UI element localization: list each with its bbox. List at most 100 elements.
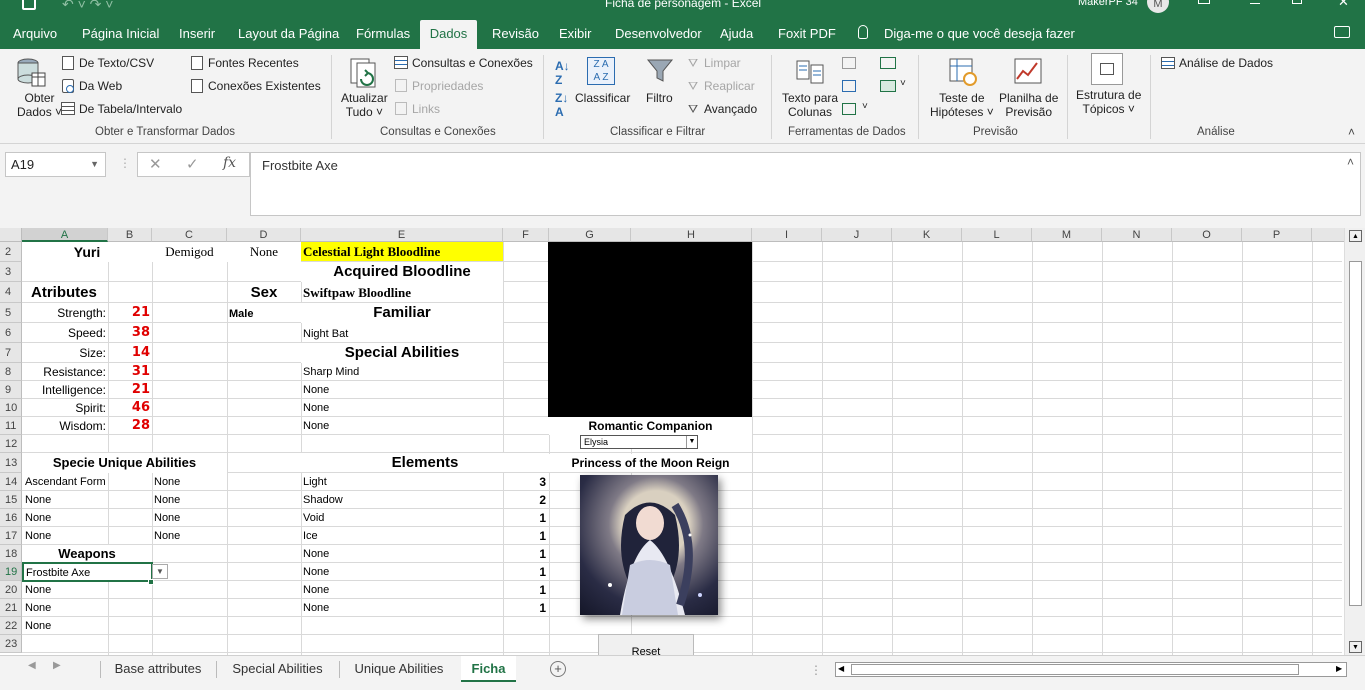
row-header-4[interactable]: 4	[0, 282, 22, 303]
worksheet-grid[interactable]: A B C D E F G H I J K L M N O P 2 3 4 5 …	[0, 228, 1365, 655]
tab-split-grip[interactable]: ⋮	[810, 663, 822, 677]
familiar-cell[interactable]: Night Bat	[303, 324, 348, 344]
texto-para-colunas-button[interactable]: Texto para Colunas	[782, 91, 838, 119]
row-header-12[interactable]: 12	[0, 435, 22, 453]
row-header-11[interactable]: 11	[0, 417, 22, 435]
special-ability-1[interactable]: Sharp Mind	[303, 363, 359, 381]
element-value-8[interactable]: 1	[503, 599, 546, 617]
element-value-3[interactable]: 1	[503, 509, 546, 527]
vertical-scrollbar[interactable]: ▲ ▼	[1344, 228, 1365, 655]
element-name-3[interactable]: Void	[303, 509, 324, 527]
specie-ability-a17[interactable]: None	[25, 527, 51, 545]
sheet-tab-unique-abilities[interactable]: Unique Abilities	[340, 656, 458, 683]
acquired-bloodline-cell[interactable]: Swiftpaw Bloodline	[303, 282, 411, 303]
row-header-20[interactable]: 20	[0, 581, 22, 599]
reset-button[interactable]: Reset	[598, 634, 694, 655]
row-header-10[interactable]: 10	[0, 399, 22, 417]
dropdown-arrow-icon[interactable]: ▼	[152, 564, 168, 579]
estrutura-de-topicos-button[interactable]: Estrutura de Tópicos ˅	[1076, 88, 1141, 116]
attribute-value-spirit[interactable]: 46	[108, 398, 150, 418]
attribute-value-speed[interactable]: 38	[108, 323, 150, 343]
tell-me-search[interactable]: Diga-me o que você deseja fazer	[880, 20, 1079, 49]
relationships-icon[interactable]	[880, 80, 896, 92]
specie-ability-a16[interactable]: None	[25, 509, 51, 527]
row-header-5[interactable]: 5	[0, 303, 22, 323]
column-header-l[interactable]: L	[962, 228, 1032, 242]
analise-de-dados-button[interactable]: Análise de Dados	[1179, 56, 1273, 70]
bloodline-cell[interactable]: Celestial Light Bloodline	[301, 242, 503, 261]
links-button[interactable]: Links	[412, 102, 440, 116]
element-value-5[interactable]: 1	[503, 545, 546, 563]
text-to-columns-icon[interactable]	[795, 57, 825, 87]
row-header-14[interactable]: 14	[0, 473, 22, 491]
maximize-icon[interactable]	[1292, 0, 1302, 4]
consolidate-icon[interactable]	[880, 57, 896, 69]
attribute-value-strength[interactable]: 21	[108, 303, 150, 323]
ribbon-display-icon[interactable]	[1198, 0, 1210, 4]
fill-handle[interactable]	[148, 579, 154, 585]
row-header-16[interactable]: 16	[0, 509, 22, 527]
special-ability-3[interactable]: None	[303, 399, 329, 417]
remove-duplicates-icon[interactable]	[842, 80, 856, 92]
character-name[interactable]: Yuri	[22, 242, 152, 262]
data-validation-dropdown-icon[interactable]: ˅	[862, 101, 868, 112]
sort-az-icon[interactable]: A↓ Z	[555, 59, 570, 87]
companion-portrait[interactable]	[580, 475, 718, 615]
filter-icon[interactable]	[646, 57, 674, 85]
scroll-left-icon[interactable]: ◀	[838, 664, 844, 673]
row-header-21[interactable]: 21	[0, 599, 22, 617]
race-cell[interactable]: Demigod	[152, 242, 227, 262]
tab-dados[interactable]: Dados	[420, 20, 477, 49]
element-name-5[interactable]: None	[303, 545, 329, 563]
tab-exibir[interactable]: Exibir	[555, 20, 596, 49]
row-header-19[interactable]: 19	[0, 563, 22, 581]
add-sheet-icon[interactable]: +	[550, 661, 566, 677]
column-header-m[interactable]: M	[1032, 228, 1102, 242]
teste-de-hipoteses-button[interactable]: Teste de Hipóteses ˅	[930, 91, 994, 119]
sort-icon[interactable]: Z AA Z	[587, 57, 615, 85]
tab-arquivo[interactable]: Arquivo	[9, 20, 61, 49]
undo-icon[interactable]: ↶ ˅ ↷ ˅	[62, 0, 113, 13]
scroll-up-icon[interactable]: ▲	[1349, 230, 1362, 242]
row-header-8[interactable]: 8	[0, 363, 22, 381]
data-validation-icon[interactable]	[842, 103, 856, 115]
specie-ability-c15[interactable]: None	[154, 491, 180, 509]
tab-ajuda[interactable]: Ajuda	[716, 20, 757, 49]
element-name-7[interactable]: None	[303, 581, 329, 599]
romantic-companion-dropdown[interactable]: Elysia ▼	[580, 435, 698, 449]
element-name-2[interactable]: Shadow	[303, 491, 343, 509]
column-header-q-partial[interactable]	[1312, 228, 1344, 242]
element-value-1[interactable]: 3	[503, 473, 546, 491]
tab-desenvolvedor[interactable]: Desenvolvedor	[611, 20, 706, 49]
select-all-corner[interactable]	[0, 228, 22, 242]
sort-za-icon[interactable]: Z↓ A	[555, 91, 568, 119]
comments-icon[interactable]	[1334, 26, 1350, 38]
element-name-1[interactable]: Light	[303, 473, 327, 491]
avatar[interactable]: M	[1147, 0, 1169, 13]
prev-sheet-icon[interactable]: ◀	[28, 660, 36, 671]
column-header-e[interactable]: E	[301, 228, 503, 242]
column-header-i[interactable]: I	[752, 228, 822, 242]
column-header-p[interactable]: P	[1242, 228, 1312, 242]
refresh-icon[interactable]	[348, 57, 380, 89]
next-sheet-icon[interactable]: ▶	[53, 660, 61, 671]
row-header-6[interactable]: 6	[0, 323, 22, 343]
sex-value[interactable]: Male	[229, 304, 253, 324]
consultas-conexoes-button[interactable]: Consultas e Conexões	[412, 56, 533, 70]
sheet-tab-special-abilities[interactable]: Special Abilities	[217, 656, 338, 683]
element-name-8[interactable]: None	[303, 599, 329, 617]
database-icon[interactable]	[14, 57, 46, 89]
row-header-2[interactable]: 2	[0, 242, 22, 262]
row-header-13[interactable]: 13	[0, 453, 22, 473]
close-icon[interactable]: ✕	[1338, 0, 1349, 10]
column-header-n[interactable]: N	[1102, 228, 1172, 242]
specie-ability-a15[interactable]: None	[25, 491, 51, 509]
specie-ability-c14[interactable]: None	[154, 473, 180, 491]
scroll-right-icon[interactable]: ▶	[1336, 664, 1342, 673]
weapon-cell-a21[interactable]: None	[25, 599, 51, 617]
flash-fill-icon[interactable]	[842, 57, 856, 69]
formula-input[interactable]: Frostbite Axe	[250, 152, 1361, 216]
horizontal-scrollbar[interactable]: ◀ ▶	[835, 662, 1347, 677]
row-header-7[interactable]: 7	[0, 343, 22, 363]
cancel-icon[interactable]: ✕	[149, 155, 162, 173]
